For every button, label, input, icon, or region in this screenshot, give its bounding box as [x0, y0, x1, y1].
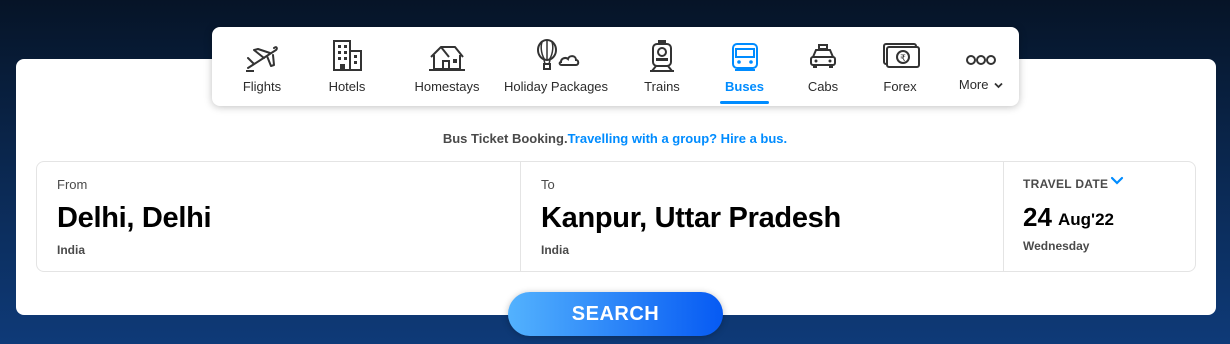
- nav-item-forex[interactable]: ₹ Forex: [874, 27, 926, 106]
- nav-item-buses[interactable]: Buses: [720, 27, 769, 106]
- building-icon: [325, 38, 369, 74]
- to-country: India: [541, 243, 570, 257]
- nav-label-homestays: Homestays: [414, 79, 480, 94]
- house-icon: [425, 38, 469, 74]
- nav-item-more[interactable]: More: [954, 27, 1008, 106]
- travel-date-day: 24: [1023, 202, 1052, 232]
- nav-label-more: More: [958, 77, 989, 92]
- active-tab-indicator: [720, 101, 769, 104]
- travel-date-month-year: Aug'22: [1058, 210, 1114, 229]
- taxi-icon: [801, 38, 845, 74]
- travel-date-label: TRAVEL DATE: [1023, 177, 1109, 191]
- to-city: Kanpur, Uttar Pradesh: [541, 202, 841, 234]
- nav-label-cabs: Cabs: [807, 79, 839, 94]
- nav-more-wrapper: More: [954, 77, 1008, 92]
- currency-note-icon: ₹: [878, 38, 922, 74]
- nav-item-homestays[interactable]: Homestays: [410, 27, 484, 106]
- nav-item-flights[interactable]: Flights: [227, 27, 297, 106]
- travel-date-weekday: Wednesday: [1023, 239, 1090, 253]
- hire-bus-link[interactable]: Travelling with a group? Hire a bus.: [568, 131, 788, 146]
- chevron-down-icon[interactable]: [1110, 176, 1124, 186]
- nav-label-hotels: Hotels: [328, 79, 366, 94]
- airplane-icon: [240, 38, 284, 74]
- to-field[interactable]: To Kanpur, Uttar Pradesh India: [521, 162, 1004, 271]
- travel-date-field[interactable]: TRAVEL DATE 24 Aug'22 Wednesday: [1004, 162, 1195, 271]
- from-country: India: [57, 243, 86, 257]
- train-icon: [640, 38, 684, 74]
- nav-item-holiday-packages[interactable]: Holiday Packages: [502, 27, 610, 106]
- from-field[interactable]: From Delhi, Delhi India: [37, 162, 521, 271]
- tagline: Bus Ticket Booking.Travelling with a gro…: [0, 131, 1230, 146]
- nav-label-holiday-packages: Holiday Packages: [503, 79, 609, 94]
- search-button[interactable]: SEARCH: [508, 292, 723, 336]
- nav-label-flights: Flights: [242, 79, 282, 94]
- nav-label-trains: Trains: [644, 79, 680, 94]
- from-label: From: [57, 177, 88, 192]
- from-city: Delhi, Delhi: [57, 202, 212, 234]
- tagline-text: Bus Ticket Booking.: [442, 131, 568, 146]
- nav-item-cabs[interactable]: Cabs: [797, 27, 849, 106]
- nav-label-forex: Forex: [883, 79, 917, 94]
- product-nav: Flights Hotels Homestays Holiday Package…: [212, 27, 1019, 106]
- hot-air-balloon-icon: [531, 38, 581, 74]
- bus-icon: [723, 38, 767, 74]
- to-label: To: [541, 177, 555, 192]
- more-dots-icon: [959, 38, 1003, 74]
- nav-item-trains[interactable]: Trains: [632, 27, 692, 106]
- nav-item-hotels[interactable]: Hotels: [312, 27, 382, 106]
- svg-text:₹: ₹: [900, 54, 906, 64]
- nav-label-buses: Buses: [724, 79, 765, 94]
- search-fields: From Delhi, Delhi India To Kanpur, Uttar…: [36, 161, 1196, 272]
- chevron-down-icon: [994, 82, 1003, 89]
